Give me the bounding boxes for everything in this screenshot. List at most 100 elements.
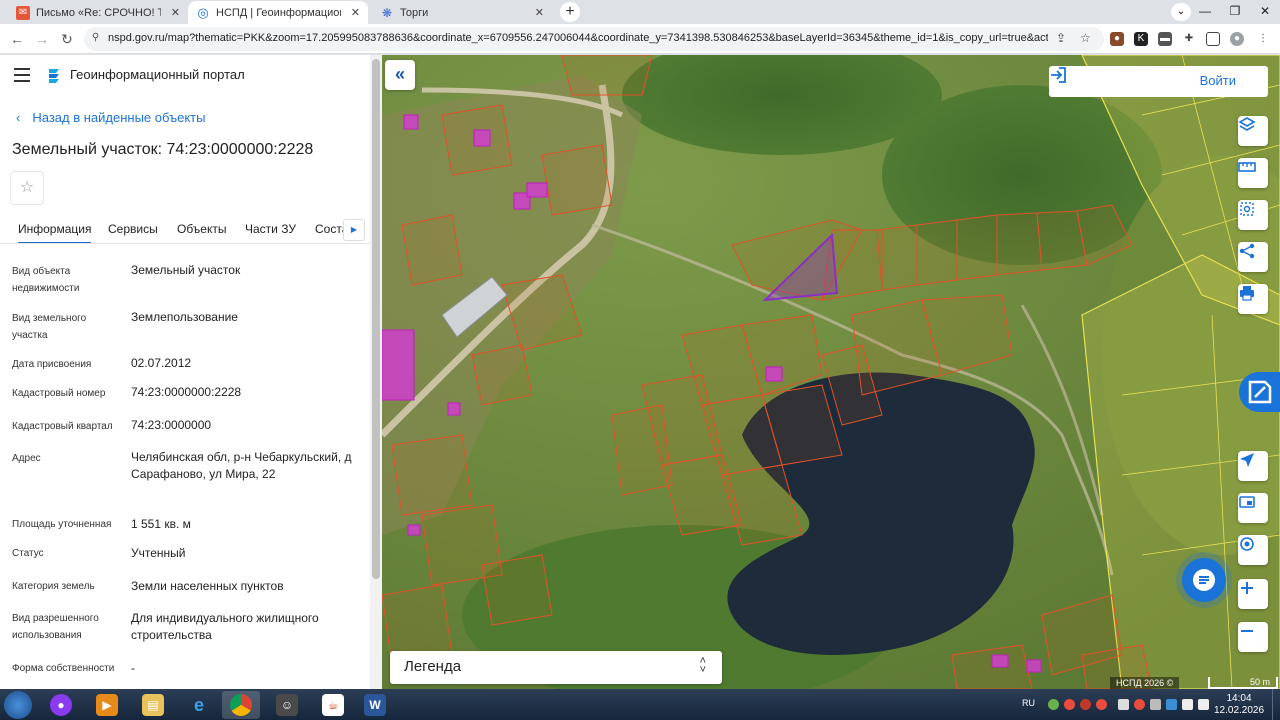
close-icon[interactable]: ✕ (351, 6, 360, 19)
taskbar-app[interactable]: ▶ (88, 691, 126, 719)
tabs-next-button[interactable]: ▶ (343, 219, 365, 241)
show-desktop-button[interactable] (1272, 689, 1280, 720)
tab-services[interactable]: Сервисы (108, 222, 158, 236)
tab-title: НСПД | Геоинформационный п... (216, 6, 341, 19)
tab-parts[interactable]: Части ЗУ (245, 222, 296, 236)
screen-button[interactable] (1238, 493, 1268, 523)
favorite-button[interactable]: ☆ (10, 171, 44, 205)
copyright: НСПД 2026 © (1110, 677, 1180, 689)
close-icon[interactable]: ✕ (171, 6, 180, 19)
mail-icon: ✉ (16, 5, 30, 20)
browser-tab-mail[interactable]: ✉ Письмо «Re: СРОЧНО! Требова... ✕ (8, 1, 188, 24)
taskbar-app[interactable]: ● (42, 691, 80, 719)
portal-name[interactable]: Геоинформационный портал (70, 67, 245, 82)
layers-button[interactable] (1238, 116, 1268, 146)
tray-icon[interactable] (1064, 699, 1075, 710)
tab-information[interactable]: Информация (18, 222, 92, 244)
map-view[interactable]: « Войти Легенда ˄ ˅ НСПД 2026 © 50 m (382, 55, 1280, 689)
profile-avatar[interactable]: ● (1230, 32, 1244, 46)
chat-button[interactable] (1182, 558, 1226, 602)
layers-icon (1238, 117, 1256, 131)
zoom-out-button[interactable] (1238, 622, 1268, 652)
url-text[interactable]: nspd.gov.ru/map?thematic=PKK&zoom=17.205… (108, 32, 1048, 44)
login-button[interactable]: Войти (1049, 66, 1268, 97)
tray-icon[interactable] (1048, 699, 1059, 710)
bookmark-star-icon[interactable]: ☆ (1080, 31, 1091, 45)
clock[interactable]: 14:04 12.02.2026 (1214, 693, 1264, 717)
back-to-results-link[interactable]: ‹ Назад в найденные объекты (16, 110, 205, 125)
clock-time: 14:04 (1226, 693, 1252, 704)
gosuslugi-button[interactable] (1239, 372, 1280, 412)
side-panel-icon[interactable] (1206, 32, 1220, 46)
site-info-icon[interactable]: ⚲ (92, 32, 99, 43)
tray-icon[interactable] (1134, 699, 1145, 710)
share-button[interactable] (1238, 242, 1268, 272)
taskbar-app[interactable]: W (356, 691, 394, 719)
prop-value: Для индивидуального жилищного строительс… (131, 611, 319, 642)
collapse-sidebar-button[interactable]: « (385, 60, 415, 90)
prop-label: Площадь уточненная (12, 519, 112, 530)
prop-value: - (131, 661, 135, 675)
browser-tab-nspd[interactable]: ◎ НСПД | Геоинформационный п... ✕ (188, 1, 368, 24)
extension-icon[interactable]: ● (1110, 32, 1124, 46)
taskbar-app[interactable]: ☕ (314, 691, 352, 719)
share-page-icon[interactable]: ⇪ (1056, 31, 1066, 45)
my-location-button[interactable] (1238, 535, 1268, 565)
tab-composition[interactable]: Соста (315, 222, 343, 236)
close-icon[interactable]: ✕ (535, 6, 544, 19)
chevron-down-icon[interactable]: ⌄ (1171, 3, 1191, 21)
extension-k-icon[interactable]: K (1134, 32, 1148, 46)
tray-icon[interactable] (1096, 699, 1107, 710)
new-tab-button[interactable]: + (560, 2, 580, 22)
tray-icon[interactable] (1118, 699, 1129, 710)
select-area-button[interactable] (1238, 200, 1268, 230)
share-icon (1239, 243, 1255, 259)
location-icon (1240, 537, 1254, 551)
tabs-divider (0, 243, 370, 244)
maximize-button[interactable]: ❐ (1220, 0, 1250, 22)
zoom-in-button[interactable] (1238, 579, 1268, 609)
forward-arrow-icon[interactable]: → (33, 30, 51, 48)
taskbar-app[interactable]: ▤ (134, 691, 172, 719)
navigate-button[interactable] (1238, 451, 1268, 481)
legend-label: Легенда (404, 658, 462, 675)
tray-icon[interactable] (1080, 699, 1091, 710)
tab-objects[interactable]: Объекты (177, 222, 227, 236)
map-canvas[interactable] (382, 55, 1280, 689)
back-arrow-icon[interactable]: ← (8, 30, 26, 48)
network-icon[interactable] (1182, 699, 1193, 710)
volume-icon[interactable] (1198, 699, 1209, 710)
taskbar-app-chrome[interactable] (222, 691, 260, 719)
tray-icon[interactable] (1150, 699, 1161, 710)
prop-label: Вид разрешенного использования (12, 613, 99, 641)
tray-icon[interactable] (1166, 699, 1177, 710)
puzzle-icon[interactable]: ✚ (1182, 32, 1196, 46)
browser-menu-icon[interactable]: ⋮ (1256, 32, 1270, 46)
keyboard-language[interactable]: RU (1022, 698, 1035, 708)
taskbar-app[interactable]: e (180, 691, 218, 719)
chat-icon (1193, 569, 1215, 591)
browser-tab-torgi[interactable]: ❋ Торги ✕ (372, 1, 552, 24)
tab-title: Письмо «Re: СРОЧНО! Требова... (36, 6, 161, 19)
address-bar[interactable]: ⚲ nspd.gov.ru/map?thematic=PKK&zoom=17.2… (84, 27, 1104, 51)
ruler-button[interactable] (1238, 158, 1268, 188)
scrollbar-thumb[interactable] (372, 59, 380, 579)
minimize-button[interactable]: — (1190, 0, 1220, 22)
sidebar-scrollbar[interactable] (370, 55, 382, 689)
print-button[interactable] (1238, 284, 1268, 314)
reload-icon[interactable]: ↻ (58, 30, 76, 48)
prop-value: Земли населенных пунктов (131, 579, 284, 593)
login-label: Войти (1199, 73, 1236, 88)
alice-icon: ● (50, 694, 72, 716)
windows-taskbar: ● ▶ ▤ e ☺ ☕ W RU 14:04 12.02.2026 (0, 689, 1280, 720)
menu-icon[interactable] (14, 68, 30, 82)
taskbar-app[interactable]: ☺ (268, 691, 306, 719)
extension-icon[interactable]: ▬ (1158, 32, 1172, 46)
prop-label: Статус (12, 548, 44, 559)
portal-logo-icon (49, 69, 59, 83)
window-close-button[interactable]: ✕ (1250, 0, 1280, 22)
plus-icon (1241, 582, 1253, 594)
start-button[interactable] (4, 691, 32, 719)
star-icon: ☆ (19, 179, 35, 196)
legend-dropdown[interactable]: Легенда ˄ ˅ (390, 651, 722, 684)
